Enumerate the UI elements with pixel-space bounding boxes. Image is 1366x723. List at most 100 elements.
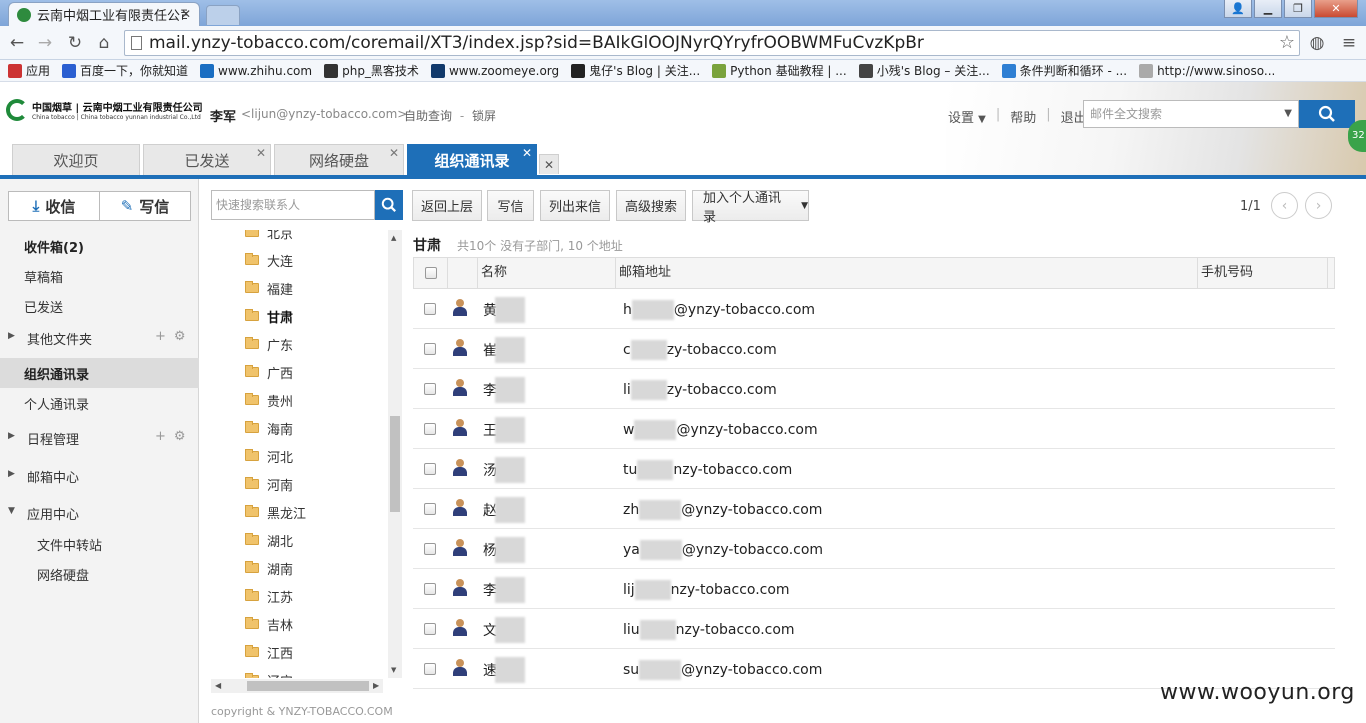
tree-item[interactable]: 福建 — [245, 274, 293, 302]
row-checkbox[interactable] — [424, 583, 436, 595]
mail-search-input[interactable]: 邮件全文搜索 ▼ — [1083, 100, 1299, 128]
bookmark-item[interactable]: 小残's Blog – 关注... — [858, 62, 990, 79]
forward-arrow-icon[interactable]: → — [34, 32, 56, 54]
new-tab-button[interactable] — [206, 5, 240, 25]
contact-email[interactable]: li zy-tobacco.com — [623, 380, 777, 400]
contact-email[interactable]: su @ynzy-tobacco.com — [623, 660, 822, 680]
bookmark-item[interactable]: www.zhihu.com — [200, 63, 312, 78]
row-checkbox[interactable] — [424, 303, 436, 315]
tree-item[interactable]: 辽宁 — [245, 666, 293, 678]
home-icon[interactable]: ⌂ — [93, 32, 115, 54]
settings-link[interactable]: 设置 ▼ — [948, 107, 986, 126]
contact-email[interactable]: tu nzy-tobacco.com — [623, 460, 792, 480]
sidebar-item-other-folders[interactable]: 其他文件夹 — [27, 329, 92, 348]
scroll-thumb[interactable] — [247, 681, 369, 691]
bookmark-item[interactable]: http://www.sinoso... — [1139, 63, 1275, 78]
close-icon[interactable]: ✕ — [256, 146, 266, 160]
sidebar-item-org-contacts[interactable]: 组织通讯录 — [24, 364, 89, 383]
close-icon[interactable]: ✕ — [522, 146, 532, 160]
sidebar-item-calendar[interactable]: 日程管理 — [27, 429, 79, 448]
tree-vertical-scrollbar[interactable]: ▲ ▼ — [388, 230, 402, 678]
contact-email[interactable]: c zy-tobacco.com — [623, 340, 777, 360]
menu-icon[interactable]: ≡ — [1338, 32, 1360, 54]
add-icon[interactable]: + — [155, 329, 174, 344]
table-row[interactable]: 杨 ya @ynzy-tobacco.com — [413, 529, 1335, 569]
tree-item[interactable]: 河南 — [245, 470, 293, 498]
row-checkbox[interactable] — [424, 343, 436, 355]
self-query-link[interactable]: 自助查询 — [404, 109, 452, 123]
tab-close-icon[interactable]: ✕ — [181, 7, 191, 21]
add-personal-contacts-button[interactable]: 加入个人通讯录 ▼ — [692, 190, 809, 225]
browser-tab[interactable]: 云南中烟工业有限责任公司 ✕ — [8, 2, 200, 26]
row-checkbox[interactable] — [424, 423, 436, 435]
bookmark-item[interactable]: 条件判断和循环 - ... — [1001, 62, 1127, 79]
contact-search-button[interactable] — [375, 190, 403, 220]
contact-email[interactable]: ya @ynzy-tobacco.com — [623, 540, 823, 560]
address-bar[interactable]: mail.ynzy-tobacco.com/coremail/XT3/index… — [124, 30, 1300, 56]
gear-icon[interactable]: ⚙ — [174, 329, 194, 344]
compose-button[interactable]: ✎ 写信 — [100, 192, 190, 220]
tree-item[interactable]: 广西 — [245, 358, 293, 386]
back-arrow-icon[interactable]: ← — [6, 32, 28, 54]
contact-email[interactable]: h @ynzy-tobacco.com — [623, 300, 815, 320]
collapse-arrow-icon[interactable]: ▼ — [8, 506, 15, 516]
tree-item[interactable]: 江西 — [245, 638, 293, 666]
table-row[interactable]: 王 w @ynzy-tobacco.com — [413, 409, 1335, 449]
column-mobile[interactable]: 手机号码 — [1198, 258, 1328, 288]
list-mail-button[interactable]: 列出来信 — [540, 190, 610, 221]
table-row[interactable]: 崔 c zy-tobacco.com — [413, 329, 1335, 369]
sidebar-item-file-transfer[interactable]: 文件中转站 — [37, 535, 102, 554]
tree-item[interactable]: 广东 — [245, 330, 293, 358]
tree-item[interactable]: 贵州 — [245, 386, 293, 414]
tab-welcome[interactable]: 欢迎页 — [12, 144, 140, 175]
bookmark-item[interactable]: php_黑客技术 — [324, 62, 419, 79]
tree-item[interactable]: 甘肃 — [245, 302, 293, 330]
help-link[interactable]: 帮助 — [1010, 107, 1036, 126]
bookmark-item[interactable]: 百度一下，你就知道 — [62, 62, 188, 79]
tab-sent[interactable]: 已发送 ✕ — [143, 144, 271, 175]
table-row[interactable]: 文 liu nzy-tobacco.com — [413, 609, 1335, 649]
chevron-down-icon[interactable]: ▼ — [1284, 101, 1292, 127]
contact-email[interactable]: liu nzy-tobacco.com — [623, 620, 795, 640]
row-checkbox[interactable] — [424, 663, 436, 675]
row-checkbox[interactable] — [424, 543, 436, 555]
back-to-parent-button[interactable]: 返回上层 — [412, 190, 482, 221]
bookmark-star-icon[interactable]: ☆ — [1279, 31, 1295, 55]
close-icon[interactable]: ✕ — [389, 146, 399, 160]
prev-page-button[interactable]: ‹ — [1271, 192, 1298, 219]
column-email[interactable]: 邮箱地址 — [616, 258, 1198, 288]
sidebar-item-sent[interactable]: 已发送 — [24, 297, 63, 316]
tab-org-contacts[interactable]: 组织通讯录 ✕ — [407, 144, 537, 175]
sidebar-item-app-center[interactable]: 应用中心 — [27, 504, 79, 523]
contact-email[interactable]: w @ynzy-tobacco.com — [623, 420, 818, 440]
gear-icon[interactable]: ⚙ — [174, 429, 194, 444]
table-row[interactable]: 黄 h @ynzy-tobacco.com — [413, 289, 1335, 329]
tree-item[interactable]: 吉林 — [245, 610, 293, 638]
minimize-button[interactable]: ▁ — [1254, 0, 1282, 18]
sidebar-item-drafts[interactable]: 草稿箱 — [24, 267, 63, 286]
row-checkbox[interactable] — [424, 463, 436, 475]
tree-horizontal-scrollbar[interactable]: ◀ ▶ — [211, 679, 383, 693]
select-all-checkbox[interactable] — [424, 266, 437, 279]
scroll-thumb[interactable] — [390, 416, 400, 512]
tree-item[interactable]: 湖北 — [245, 526, 293, 554]
column-name[interactable]: 名称 — [478, 258, 616, 288]
row-checkbox[interactable] — [424, 383, 436, 395]
receive-button[interactable]: ⤓ 收信 — [9, 192, 100, 220]
sidebar-item-netdisk[interactable]: 网络硬盘 — [37, 565, 89, 584]
tree-item[interactable]: 北京 — [245, 230, 293, 246]
reload-icon[interactable]: ↻ — [64, 32, 86, 54]
sidebar-item-inbox[interactable]: 收件箱(2) — [24, 237, 84, 256]
table-row[interactable]: 赵 zh @ynzy-tobacco.com — [413, 489, 1335, 529]
tree-item[interactable]: 黑龙江 — [245, 498, 306, 526]
row-checkbox[interactable] — [424, 503, 436, 515]
write-mail-button[interactable]: 写信 — [487, 190, 534, 221]
tree-item[interactable]: 江苏 — [245, 582, 293, 610]
add-icon[interactable]: + — [155, 429, 174, 444]
user-icon[interactable]: 👤 — [1224, 0, 1252, 18]
tree-item[interactable]: 大连 — [245, 246, 293, 274]
table-row[interactable]: 汤 tu nzy-tobacco.com — [413, 449, 1335, 489]
maximize-button[interactable]: ❐ — [1284, 0, 1312, 18]
row-checkbox[interactable] — [424, 623, 436, 635]
close-all-tabs-icon[interactable]: ✕ — [539, 154, 559, 174]
